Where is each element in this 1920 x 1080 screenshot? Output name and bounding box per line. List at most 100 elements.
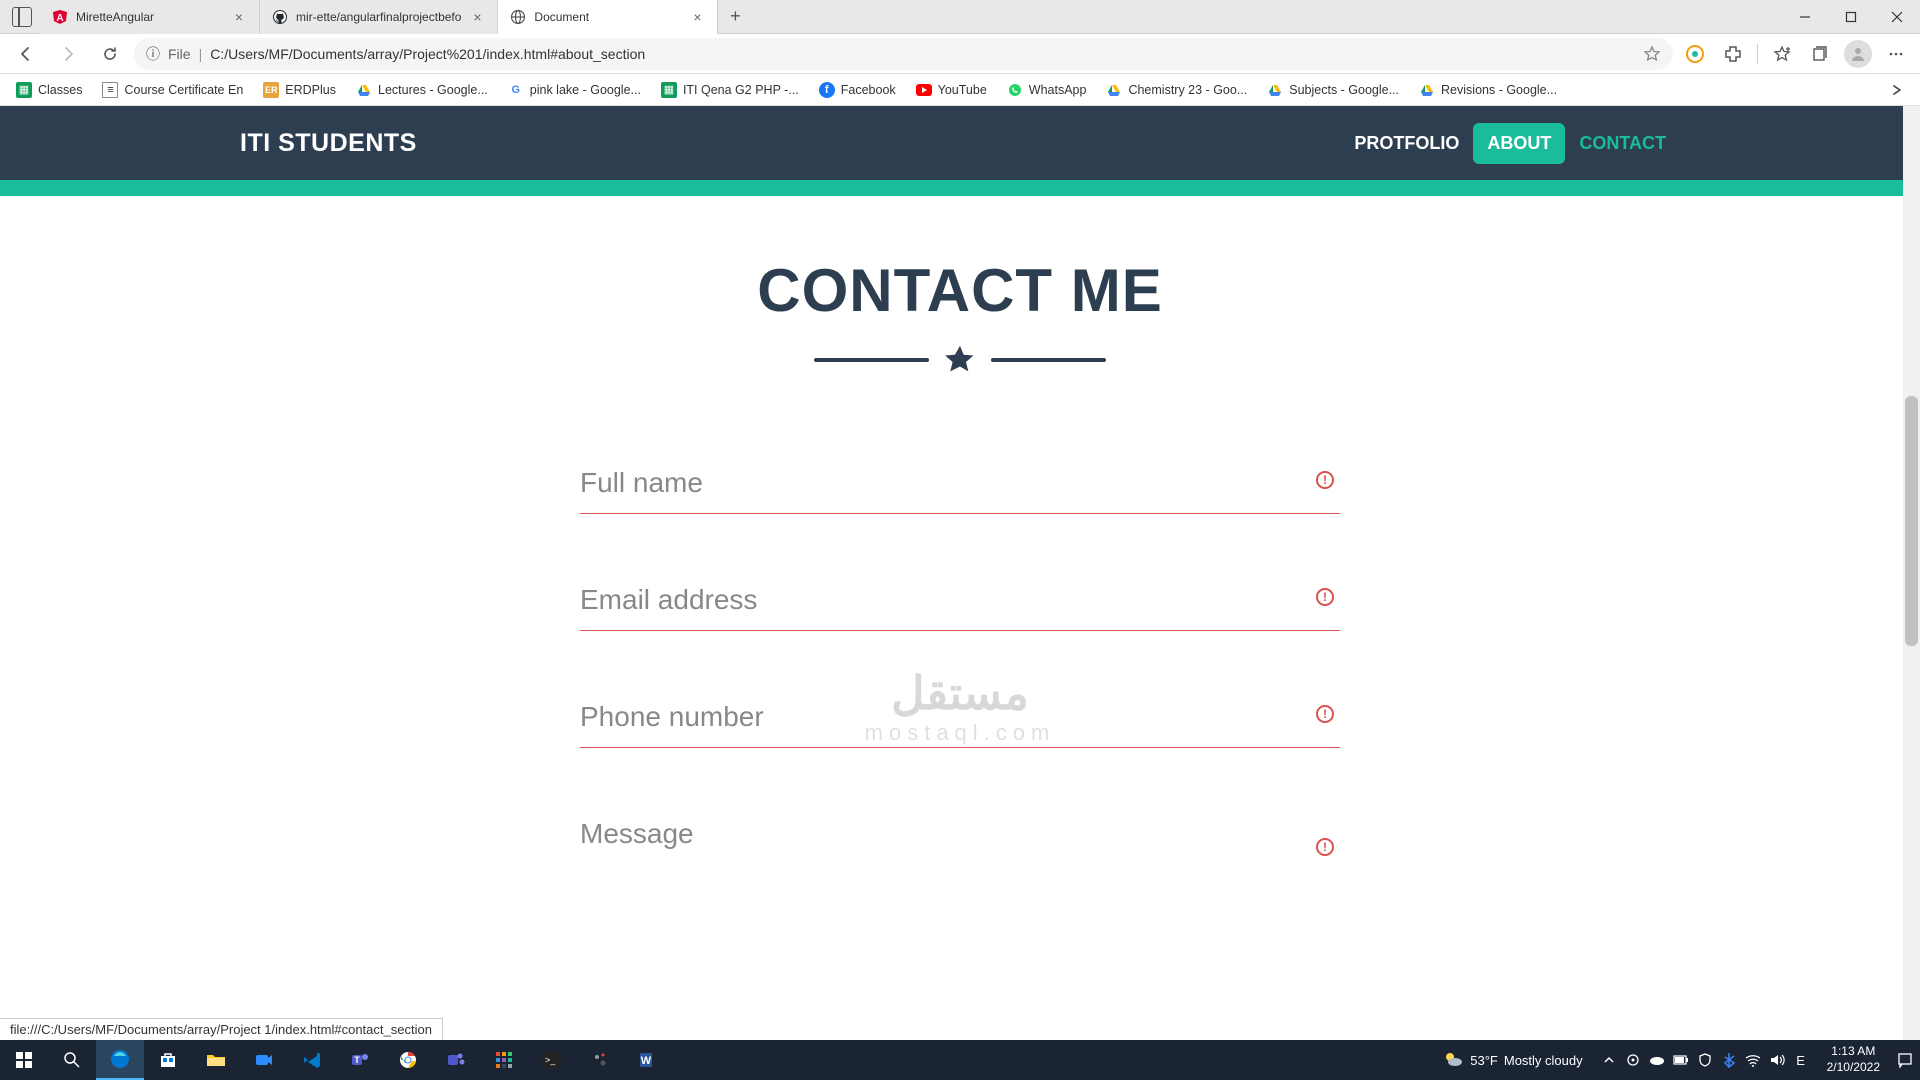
close-window-button[interactable] <box>1874 0 1920 34</box>
terminal-icon: >_ <box>541 1049 563 1071</box>
bookmark-cert[interactable]: ≡Course Certificate En <box>94 78 251 102</box>
profile-avatar[interactable] <box>1842 38 1874 70</box>
svg-text:W: W <box>641 1055 652 1067</box>
windows-taskbar: T >_ W 53°F Mostly cloudy E 1:13 AM 2/10… <box>0 1040 1920 1080</box>
weather-widget[interactable]: 53°F Mostly cloudy <box>1432 1049 1592 1071</box>
bookmark-youtube[interactable]: YouTube <box>908 78 995 102</box>
taskbar-terminal[interactable]: >_ <box>528 1040 576 1080</box>
field-message[interactable]: Message ! <box>580 818 1340 864</box>
search-button[interactable] <box>48 1040 96 1080</box>
taskbar-app1[interactable] <box>480 1040 528 1080</box>
vertical-scrollbar[interactable] <box>1903 106 1920 1040</box>
info-icon[interactable]: ⓘ <box>146 44 160 64</box>
bookmark-chemistry[interactable]: Chemistry 23 - Goo... <box>1098 78 1255 102</box>
browser-titlebar: A MiretteAngular × mir-ette/angularfinal… <box>0 0 1920 34</box>
taskbar-teams[interactable]: T <box>336 1040 384 1080</box>
field-fullname[interactable]: Full name ! <box>580 467 1340 514</box>
drive-icon <box>1267 82 1283 98</box>
bookmark-classes[interactable]: ▦Classes <box>8 78 90 102</box>
gear-small-icon <box>589 1049 611 1071</box>
bookmark-whatsapp[interactable]: WhatsApp <box>999 78 1095 102</box>
scrollbar-thumb[interactable] <box>1905 396 1918 646</box>
url-text: C:/Users/MF/Documents/array/Project%201/… <box>210 46 645 62</box>
field-email[interactable]: Email address ! <box>580 584 1340 631</box>
taskbar-chrome[interactable] <box>384 1040 432 1080</box>
status-link-preview: file:///C:/Users/MF/Documents/array/Proj… <box>0 1018 443 1040</box>
close-icon[interactable]: × <box>469 9 485 25</box>
close-icon[interactable]: × <box>689 9 705 25</box>
tab-3-active[interactable]: Document × <box>498 0 718 34</box>
tab-title: MiretteAngular <box>76 10 223 24</box>
tray-bluetooth-icon[interactable] <box>1719 1050 1739 1070</box>
bookmark-erdplus[interactable]: ERERDPlus <box>255 78 344 102</box>
taskbar-store[interactable] <box>144 1040 192 1080</box>
svg-text:A: A <box>56 13 63 24</box>
teams-icon <box>445 1049 467 1071</box>
nav-link-portfolio[interactable]: PROTFOLIO <box>1340 123 1473 164</box>
edge-icon <box>109 1048 131 1070</box>
tab-title: mir-ette/angularfinalprojectbefo <box>296 10 461 24</box>
bookmark-pinklake[interactable]: Gpink lake - Google... <box>500 78 649 102</box>
sheets-icon: ▦ <box>661 82 677 98</box>
taskbar-teams2[interactable] <box>432 1040 480 1080</box>
field-label: Message <box>580 818 1340 850</box>
new-tab-button[interactable]: + <box>718 0 752 34</box>
watermark-sub: mostaql.com <box>865 720 1056 746</box>
back-button[interactable] <box>8 38 44 70</box>
taskbar-edge[interactable] <box>96 1040 144 1080</box>
tab-actions-icon[interactable] <box>12 7 32 27</box>
bookmark-facebook[interactable]: fFacebook <box>811 78 904 102</box>
brand-title[interactable]: ITI STUDENTS <box>240 129 417 158</box>
favorites-icon[interactable] <box>1766 38 1798 70</box>
tray-battery-icon[interactable] <box>1671 1050 1691 1070</box>
address-bar[interactable]: ⓘ File | C:/Users/MF/Documents/array/Pro… <box>134 38 1673 70</box>
taskbar-vscode[interactable] <box>288 1040 336 1080</box>
folder-icon <box>205 1049 227 1071</box>
taskbar-explorer[interactable] <box>192 1040 240 1080</box>
bookmark-lectures[interactable]: Lectures - Google... <box>348 78 496 102</box>
tab-2[interactable]: mir-ette/angularfinalprojectbefo × <box>260 0 498 34</box>
minimize-button[interactable] <box>1782 0 1828 34</box>
nav-link-about[interactable]: ABOUT <box>1473 123 1565 164</box>
notifications-button[interactable] <box>1890 1040 1920 1080</box>
refresh-button[interactable] <box>92 38 128 70</box>
menu-dots-icon[interactable] <box>1880 38 1912 70</box>
favorite-star-icon[interactable] <box>1643 45 1661 63</box>
start-button[interactable] <box>0 1040 48 1080</box>
angular-icon: A <box>52 9 68 25</box>
tray-location-icon[interactable] <box>1623 1050 1643 1070</box>
contact-form: Full name ! Email address ! Phone number… <box>580 467 1340 864</box>
bookmark-subjects[interactable]: Subjects - Google... <box>1259 78 1407 102</box>
error-icon: ! <box>1316 588 1334 606</box>
url-scheme: File <box>168 46 191 62</box>
drive-icon <box>1106 82 1122 98</box>
tray-language[interactable]: E <box>1791 1050 1811 1070</box>
taskbar-clock[interactable]: 1:13 AM 2/10/2022 <box>1817 1044 1890 1075</box>
tray-defender-icon[interactable] <box>1695 1050 1715 1070</box>
bookmark-iti-qena[interactable]: ▦ITI Qena G2 PHP -... <box>653 78 807 102</box>
extensions-icon[interactable] <box>1717 38 1749 70</box>
tray-onedrive-icon[interactable] <box>1647 1050 1667 1070</box>
tray-chevron-up-icon[interactable] <box>1599 1050 1619 1070</box>
taskbar-zoom[interactable] <box>240 1040 288 1080</box>
nav-link-contact[interactable]: CONTACT <box>1565 123 1680 164</box>
taskbar-word[interactable]: W <box>624 1040 672 1080</box>
page-heading: CONTACT ME <box>0 256 1920 325</box>
youtube-icon <box>916 82 932 98</box>
tab-1[interactable]: A MiretteAngular × <box>40 0 260 34</box>
taskbar-app2[interactable] <box>576 1040 624 1080</box>
github-icon <box>272 9 288 25</box>
bookmark-revisions[interactable]: Revisions - Google... <box>1411 78 1565 102</box>
page-viewport: ITI STUDENTS PROTFOLIO ABOUT CONTACT CON… <box>0 106 1920 1040</box>
tray-wifi-icon[interactable] <box>1743 1050 1763 1070</box>
extension-colorpicker-icon[interactable] <box>1679 38 1711 70</box>
error-icon: ! <box>1316 471 1334 489</box>
collections-icon[interactable] <box>1804 38 1836 70</box>
weather-icon <box>1442 1049 1464 1071</box>
maximize-button[interactable] <box>1828 0 1874 34</box>
forward-button[interactable] <box>50 38 86 70</box>
tray-volume-icon[interactable] <box>1767 1050 1787 1070</box>
site-navbar: ITI STUDENTS PROTFOLIO ABOUT CONTACT <box>0 106 1920 180</box>
bookmarks-overflow-icon[interactable] <box>1882 83 1912 97</box>
close-icon[interactable]: × <box>231 9 247 25</box>
